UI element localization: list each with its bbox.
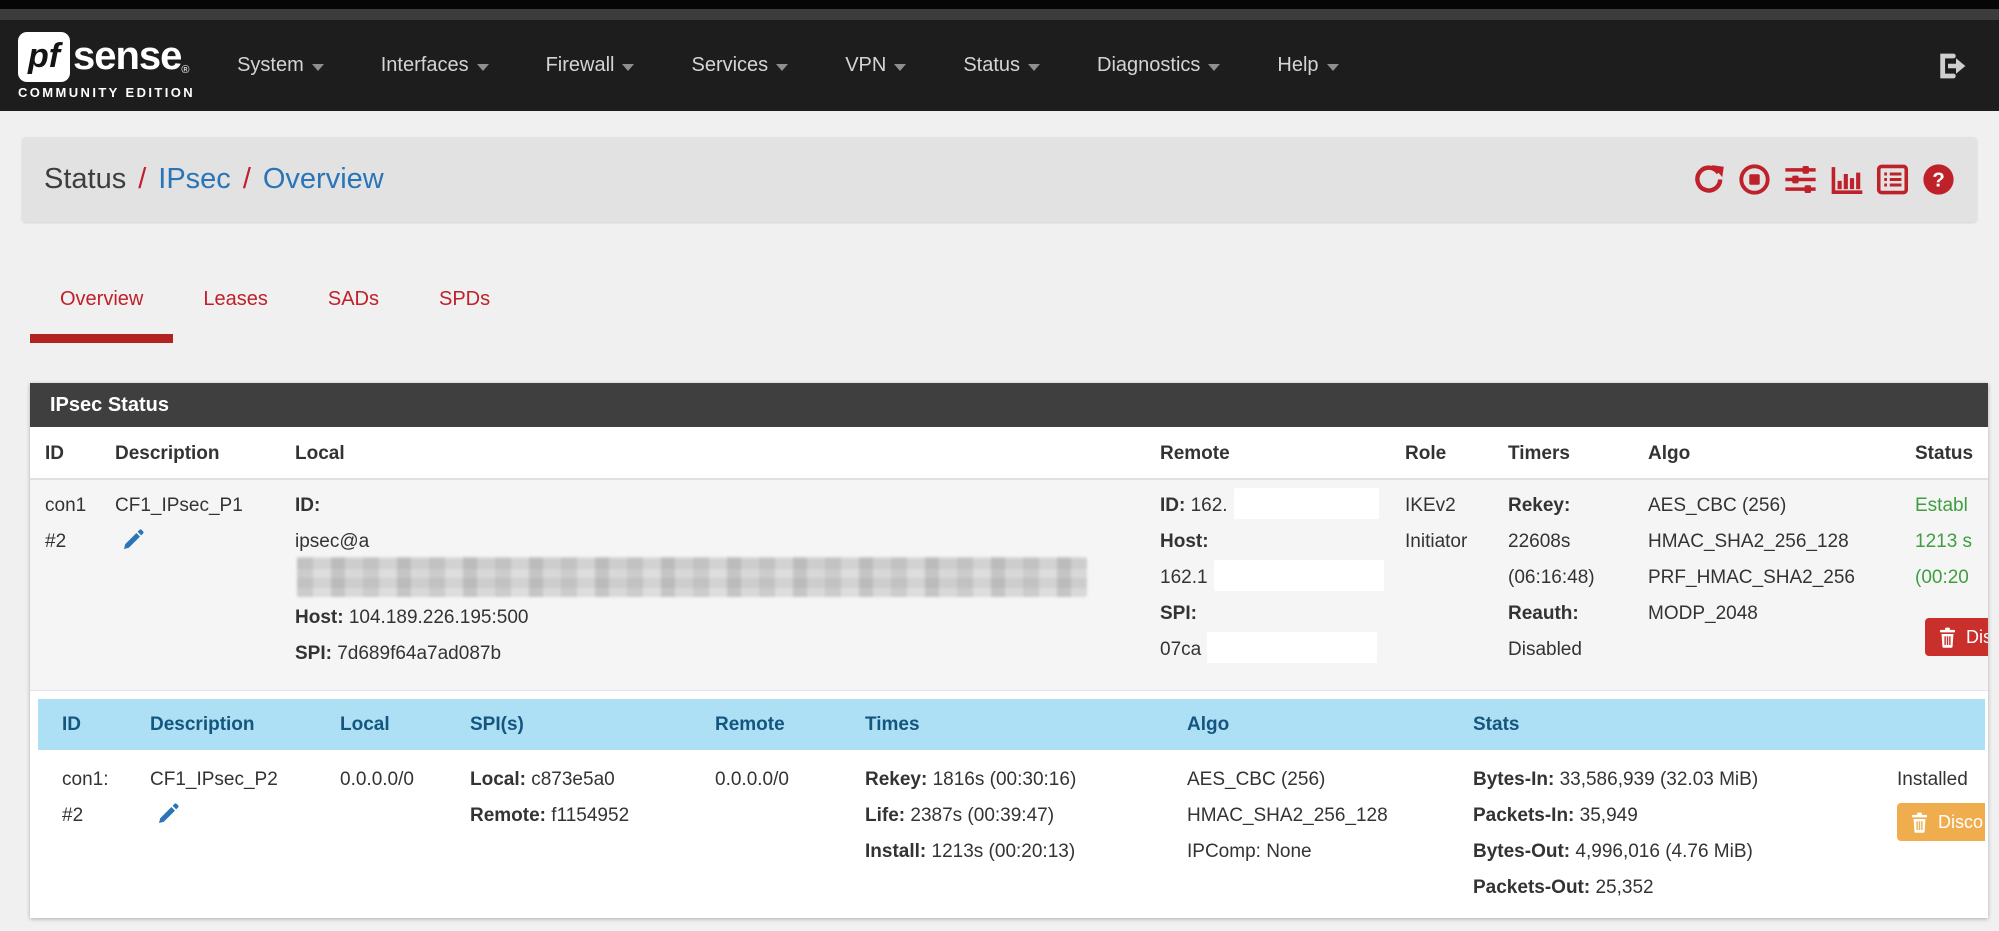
logout-icon[interactable]: [1934, 50, 1966, 82]
brand-subtitle: COMMUNITY EDITION: [18, 85, 195, 100]
tab-sads[interactable]: SADs: [298, 268, 409, 343]
brand-sense: sense: [73, 34, 181, 79]
col-description: Description: [138, 714, 328, 736]
pfsense-logo[interactable]: pf sense ® COMMUNITY EDITION: [18, 32, 195, 100]
nav-item-system[interactable]: System: [237, 54, 324, 77]
p2-table: ID Description Local SPI(s) Remote Times…: [38, 699, 1985, 906]
breadcrumb-link-ipsec[interactable]: IPsec: [158, 163, 231, 195]
cell-description: CF1_IPsec_P2: [138, 762, 328, 906]
stop-icon[interactable]: [1738, 163, 1771, 196]
refresh-icon[interactable]: [1692, 163, 1725, 196]
breadcrumb-link-overview[interactable]: Overview: [263, 163, 384, 195]
cell-stats: Bytes-In: 33,586,939 (32.03 MiB) Packets…: [1461, 762, 1871, 906]
breadcrumb: Status / IPsec / Overview: [44, 163, 384, 196]
page-action-icons: ?: [1692, 163, 1955, 196]
col-local: Local: [280, 443, 1145, 465]
top-navbar: pf sense ® COMMUNITY EDITION System Inte…: [0, 20, 1999, 111]
tab-spds[interactable]: SPDs: [409, 268, 520, 343]
tab-overview[interactable]: Overview: [30, 268, 173, 343]
col-times: Times: [853, 714, 1175, 736]
status-established: Establ: [1915, 488, 1988, 524]
panel-title: IPsec Status: [30, 383, 1988, 427]
col-id: ID: [30, 443, 100, 465]
p2-table-header: ID Description Local SPI(s) Remote Times…: [38, 699, 1985, 750]
col-id: ID: [38, 714, 138, 736]
filter-settings-icon[interactable]: [1784, 163, 1817, 196]
col-status: Status: [1900, 443, 1988, 465]
cell-id: con1: #2: [38, 762, 138, 906]
p2-table-row: con1: #2 CF1_IPsec_P2 0.0.0.0/0 Local: c…: [38, 750, 1985, 906]
col-algo: Algo: [1175, 714, 1461, 736]
col-algo: Algo: [1633, 443, 1900, 465]
tab-leases[interactable]: Leases: [173, 268, 298, 343]
cell-status: Installed Disco: [1871, 762, 1985, 906]
cell-status: Establ 1213 s (00:20 Dis: [1900, 488, 1988, 676]
redacted-remote-spi: [1207, 632, 1377, 663]
col-remote: Remote: [1145, 443, 1390, 465]
chevron-down-icon: [1208, 64, 1220, 71]
col-description: Description: [100, 443, 280, 465]
window-top-strip: [0, 0, 1999, 9]
p1-table-row: con1 #2 CF1_IPsec_P1 ID: ipsec@a Host: 1…: [30, 480, 1988, 691]
cell-times: Rekey: 1816s (00:30:16) Life: 2387s (00:…: [853, 762, 1175, 906]
brand-registered-mark: ®: [181, 64, 189, 76]
cell-id: con1 #2: [30, 488, 100, 676]
nav-item-interfaces[interactable]: Interfaces: [381, 54, 489, 77]
breadcrumb-separator: /: [243, 163, 251, 195]
col-spis: SPI(s): [458, 714, 703, 736]
cell-local: ID: ipsec@a Host: 104.189.226.195:500 SP…: [280, 488, 1145, 676]
cell-algo: AES_CBC (256) HMAC_SHA2_256_128 PRF_HMAC…: [1633, 488, 1900, 676]
tab-bar: Overview Leases SADs SPDs: [30, 268, 520, 343]
nav-item-services[interactable]: Services: [691, 54, 788, 77]
cell-spis: Local: c873e5a0 Remote: f1154952: [458, 762, 703, 906]
status-installed: Installed: [1897, 762, 1985, 798]
breadcrumb-bar: Status / IPsec / Overview: [22, 137, 1977, 222]
breadcrumb-separator: /: [138, 163, 146, 195]
col-local: Local: [328, 714, 458, 736]
redacted-remote-host: [1214, 560, 1384, 591]
chevron-down-icon: [1327, 64, 1339, 71]
log-list-icon[interactable]: [1876, 163, 1909, 196]
bar-chart-icon[interactable]: [1830, 163, 1863, 196]
svg-text:?: ?: [1932, 169, 1945, 192]
trash-icon: [1910, 812, 1929, 833]
p1-table-header: ID Description Local Remote Role Timers …: [30, 427, 1988, 480]
col-stats: Stats: [1461, 714, 1871, 736]
nav-item-firewall[interactable]: Firewall: [546, 54, 635, 77]
edit-pencil-icon[interactable]: [121, 528, 145, 552]
chevron-down-icon: [894, 64, 906, 71]
col-timers: Timers: [1493, 443, 1633, 465]
chevron-down-icon: [477, 64, 489, 71]
col-remote: Remote: [703, 714, 853, 736]
chevron-down-icon: [1028, 64, 1040, 71]
help-icon[interactable]: ?: [1922, 163, 1955, 196]
cell-local: 0.0.0.0/0: [328, 762, 458, 906]
pf-logo-box: pf: [18, 32, 70, 82]
ipsec-status-panel: IPsec Status ID Description Local Remote…: [30, 383, 1988, 918]
cell-description: CF1_IPsec_P1: [100, 488, 280, 676]
trash-icon: [1938, 627, 1957, 648]
redacted-remote-id: [1234, 488, 1379, 519]
cell-remote: ID: 162. Host: 162.1 SPI: 07ca: [1145, 488, 1390, 676]
cell-role: IKEv2 Initiator: [1390, 488, 1493, 676]
breadcrumb-section: Status: [44, 163, 126, 195]
cell-algo: AES_CBC (256) HMAC_SHA2_256_128 IPComp: …: [1175, 762, 1461, 906]
cell-timers: Rekey: 22608s (06:16:48) Reauth: Disable…: [1493, 488, 1633, 676]
nav-item-help[interactable]: Help: [1277, 54, 1338, 77]
nav-item-status[interactable]: Status: [963, 54, 1040, 77]
nav-menu: System Interfaces Firewall Services VPN …: [237, 54, 1338, 77]
disconnect-p1-button[interactable]: Dis: [1925, 618, 1988, 656]
chevron-down-icon: [622, 64, 634, 71]
window-title-strip: [0, 9, 1999, 20]
redacted-local-id: [297, 557, 1087, 597]
nav-item-diagnostics[interactable]: Diagnostics: [1097, 54, 1220, 77]
disconnect-p2-button[interactable]: Disco: [1897, 803, 1985, 841]
chevron-down-icon: [776, 64, 788, 71]
edit-pencil-icon[interactable]: [156, 802, 180, 826]
nav-item-vpn[interactable]: VPN: [845, 54, 906, 77]
chevron-down-icon: [312, 64, 324, 71]
col-role: Role: [1390, 443, 1493, 465]
cell-remote: 0.0.0.0/0: [703, 762, 853, 906]
